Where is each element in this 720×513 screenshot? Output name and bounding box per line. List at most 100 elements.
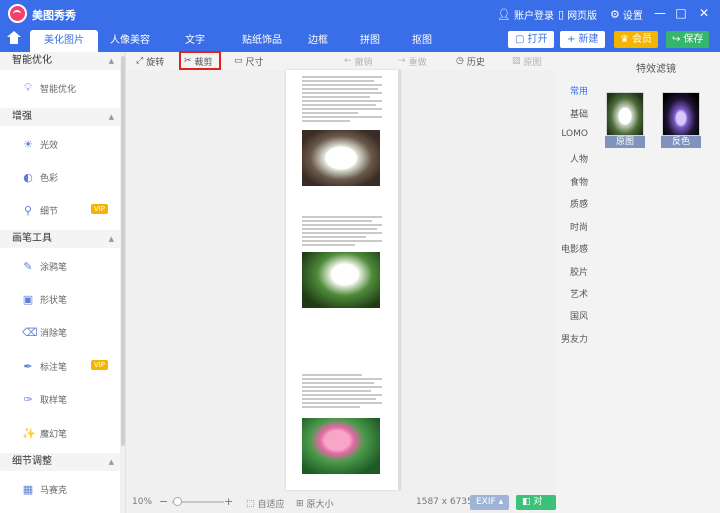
tab-stickers[interactable]: 贴纸饰品 bbox=[232, 30, 292, 52]
category-cinematic[interactable]: 电影感 bbox=[561, 242, 588, 255]
text-block bbox=[302, 76, 382, 124]
save-label: 保存 bbox=[683, 34, 704, 45]
compare-button[interactable]: ◧ 对比 bbox=[516, 495, 556, 513]
zoom-slider-handle[interactable] bbox=[172, 497, 182, 506]
new-label: 新建 bbox=[578, 34, 599, 45]
caret-up-icon: ▴ bbox=[498, 497, 504, 507]
maximize-button[interactable]: □ bbox=[673, 4, 689, 22]
new-button[interactable]: + 新建 bbox=[560, 31, 606, 48]
text-block bbox=[302, 374, 382, 410]
tab-beautify[interactable]: 美化图片 bbox=[30, 30, 98, 52]
rotate-icon: ⤢ bbox=[136, 56, 144, 66]
tool-annotate-pen[interactable]: ✒ 标注笔 VIP bbox=[0, 352, 120, 380]
undo-label: 撤销 bbox=[354, 57, 373, 68]
mosaic-icon: ▦ bbox=[22, 482, 34, 496]
home-button[interactable] bbox=[0, 28, 28, 52]
section-title: 画笔工具 bbox=[12, 233, 52, 244]
tool-magic-pen[interactable]: ✨ 魔幻笔 bbox=[0, 419, 120, 447]
vip-button[interactable]: ♛ 会员 bbox=[614, 31, 658, 48]
actual-size-icon: ⊞ bbox=[296, 498, 304, 509]
crop-highlight-box bbox=[179, 51, 221, 70]
tool-label: 标注笔 bbox=[40, 362, 68, 373]
filter-thumb-original[interactable] bbox=[606, 92, 644, 136]
resize-icon: ▭ bbox=[234, 56, 243, 66]
category-film[interactable]: 胶片 bbox=[570, 265, 588, 278]
category-texture[interactable]: 质感 bbox=[570, 197, 588, 210]
filter-panel-title: 特效滤镜 bbox=[636, 64, 676, 75]
photo-pink-lotus bbox=[302, 418, 380, 474]
left-panel-scroll-thumb[interactable] bbox=[121, 56, 125, 446]
account-login[interactable]: 👤︎ 账户登录 bbox=[497, 7, 554, 22]
tool-sample-pen[interactable]: ✑ 取样笔 bbox=[0, 385, 120, 413]
tab-frames[interactable]: 边框 bbox=[298, 30, 338, 52]
category-art[interactable]: 艺术 bbox=[570, 287, 588, 300]
clock-icon: ◷ bbox=[456, 56, 464, 66]
pen-icon: ✒ bbox=[23, 359, 33, 373]
document-preview[interactable] bbox=[286, 70, 400, 490]
exif-button[interactable]: EXIF ▴ bbox=[470, 495, 510, 510]
web-version-label: 网页版 bbox=[567, 11, 598, 22]
size-label: 尺寸 bbox=[245, 57, 264, 68]
undo-button[interactable]: ← 撤销 bbox=[344, 54, 373, 68]
section-brush-tools[interactable]: 画笔工具 ▲ bbox=[0, 230, 120, 248]
category-fashion[interactable]: 时尚 bbox=[570, 220, 588, 233]
tool-doodle-pen[interactable]: ✎ 涂鸦笔 bbox=[0, 252, 120, 280]
size-button[interactable]: ▭ 尺寸 bbox=[234, 54, 264, 68]
close-button[interactable]: ✕ bbox=[696, 4, 712, 22]
actual-size-button[interactable]: ⊞ 原大小 bbox=[296, 497, 334, 511]
undo-icon: ← bbox=[344, 56, 352, 66]
category-basic[interactable]: 基础 bbox=[570, 107, 588, 120]
settings-button[interactable]: ⚙ 设置 bbox=[610, 7, 643, 22]
section-enhance[interactable]: 增强 ▲ bbox=[0, 108, 120, 126]
open-label: 打开 bbox=[527, 34, 548, 45]
image-icon: ▨ bbox=[512, 56, 521, 66]
open-button[interactable]: ▢ 打开 bbox=[508, 31, 555, 48]
category-people[interactable]: 人物 bbox=[570, 152, 588, 165]
shapes-icon: ▣ bbox=[22, 292, 34, 306]
save-button[interactable]: ↪ 保存 bbox=[666, 31, 710, 48]
tab-portrait[interactable]: 人像美容 bbox=[100, 30, 160, 52]
category-lomo[interactable]: LOMO bbox=[561, 129, 588, 139]
tool-light-effect[interactable]: ☀ 光效 bbox=[0, 130, 120, 158]
section-smart-optimize[interactable]: 智能优化 ▲ bbox=[0, 52, 120, 70]
rotate-button[interactable]: ⤢ 旋转 bbox=[136, 54, 164, 68]
web-version-link[interactable]: ▯ 网页版 bbox=[558, 7, 597, 22]
filter-category-list: 常用 基础 LOMO 人物 食物 质感 时尚 电影感 胶片 艺术 国风 男友力 bbox=[556, 70, 592, 513]
zoom-in-button[interactable]: + bbox=[224, 495, 233, 508]
tool-shape-pen[interactable]: ▣ 形状笔 bbox=[0, 285, 120, 313]
original-button[interactable]: ▨ 原图 bbox=[512, 54, 542, 68]
tab-cutout[interactable]: 抠图 bbox=[402, 30, 442, 52]
redo-label: 重做 bbox=[408, 57, 427, 68]
tool-eraser-pen[interactable]: ⌫ 消除笔 bbox=[0, 318, 120, 346]
account-login-label: 账户登录 bbox=[513, 11, 554, 22]
title-bar: 美图秀秀 👤︎ 账户登录 ▯ 网页版 ⚙ 设置 — □ ✕ bbox=[0, 0, 720, 28]
close-icon: ✕ bbox=[698, 6, 710, 20]
section-detail-adjust[interactable]: 细节调整 ▲ bbox=[0, 453, 120, 471]
maximize-icon: □ bbox=[675, 6, 687, 20]
fit-button[interactable]: ⬚ 自适应 bbox=[246, 497, 285, 511]
category-common[interactable]: 常用 bbox=[570, 84, 588, 97]
filter-thumb-invert[interactable] bbox=[662, 92, 700, 136]
history-button[interactable]: ◷ 历史 bbox=[456, 54, 485, 68]
vip-badge: VIP bbox=[90, 360, 108, 370]
tool-label: 取样笔 bbox=[40, 395, 68, 406]
category-food[interactable]: 食物 bbox=[570, 175, 588, 188]
tool-label: 涂鸦笔 bbox=[40, 262, 68, 273]
minimize-button[interactable]: — bbox=[652, 4, 668, 22]
gear-icon: ⚙ bbox=[610, 8, 620, 21]
original-label: 原图 bbox=[523, 57, 542, 68]
tool-smart-optimize[interactable]: 💡︎ 智能优化 bbox=[0, 74, 120, 102]
vip-badge: VIP bbox=[90, 204, 108, 214]
category-boyfriend[interactable]: 男友力 bbox=[561, 332, 588, 345]
tab-text[interactable]: 文字 bbox=[170, 30, 220, 52]
tab-collage[interactable]: 拼图 bbox=[350, 30, 390, 52]
redo-button[interactable]: → 重做 bbox=[398, 54, 427, 68]
open-icon: ▢ bbox=[515, 34, 525, 45]
category-chinese-style[interactable]: 国风 bbox=[570, 309, 588, 322]
tool-color[interactable]: ◐ 色彩 bbox=[0, 163, 120, 191]
app-logo-icon bbox=[8, 4, 27, 23]
zoom-out-button[interactable]: − bbox=[159, 495, 168, 508]
caret-up-icon: ▲ bbox=[108, 113, 114, 121]
tool-mosaic[interactable]: ▦ 马赛克 bbox=[0, 475, 120, 503]
tool-detail[interactable]: ⚲ 细节 VIP bbox=[0, 196, 120, 224]
